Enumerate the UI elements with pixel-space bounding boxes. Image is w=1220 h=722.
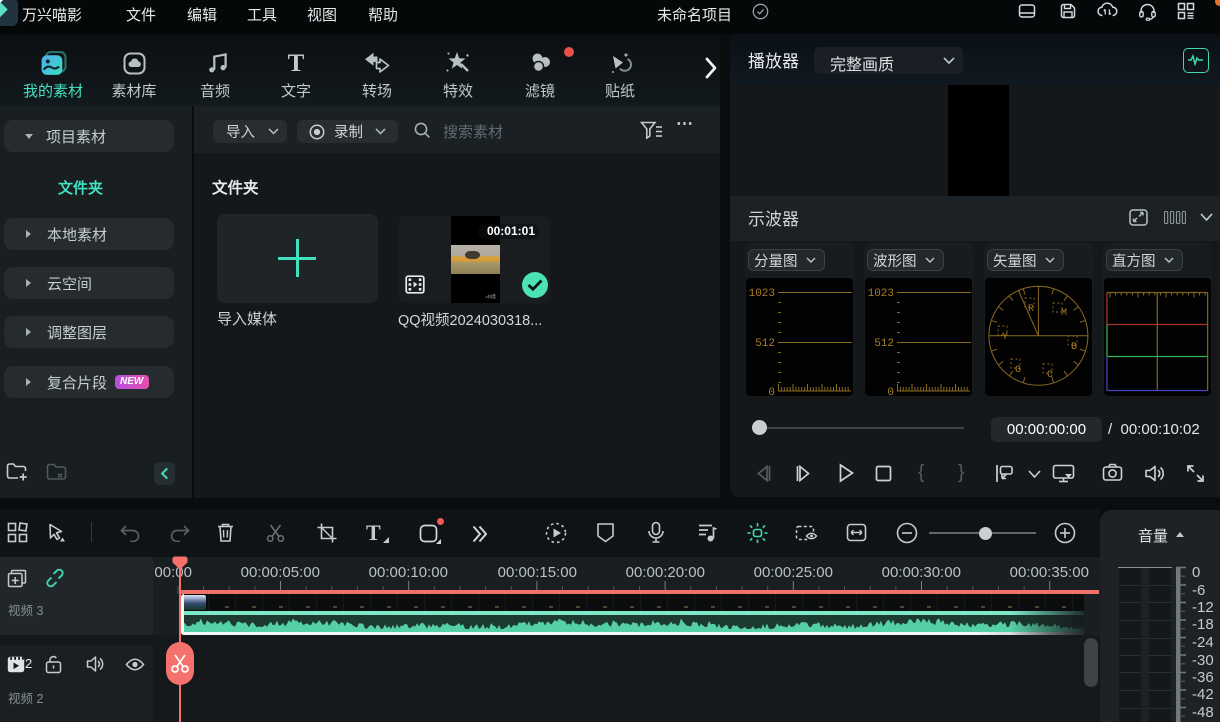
svg-text:Y: Y	[1002, 332, 1008, 343]
svg-text:0: 0	[768, 387, 775, 396]
svg-text:1023: 1023	[749, 288, 775, 300]
svg-text:0: 0	[887, 387, 894, 396]
svg-text:B: B	[1071, 342, 1077, 353]
svg-text:1023: 1023	[868, 288, 894, 300]
svg-text:512: 512	[874, 338, 894, 350]
svg-text:C: C	[1047, 370, 1053, 381]
svg-text:R: R	[1028, 304, 1034, 315]
svg-text:M: M	[1061, 308, 1067, 319]
svg-text:512: 512	[755, 338, 775, 350]
svg-text:G: G	[1015, 365, 1021, 376]
